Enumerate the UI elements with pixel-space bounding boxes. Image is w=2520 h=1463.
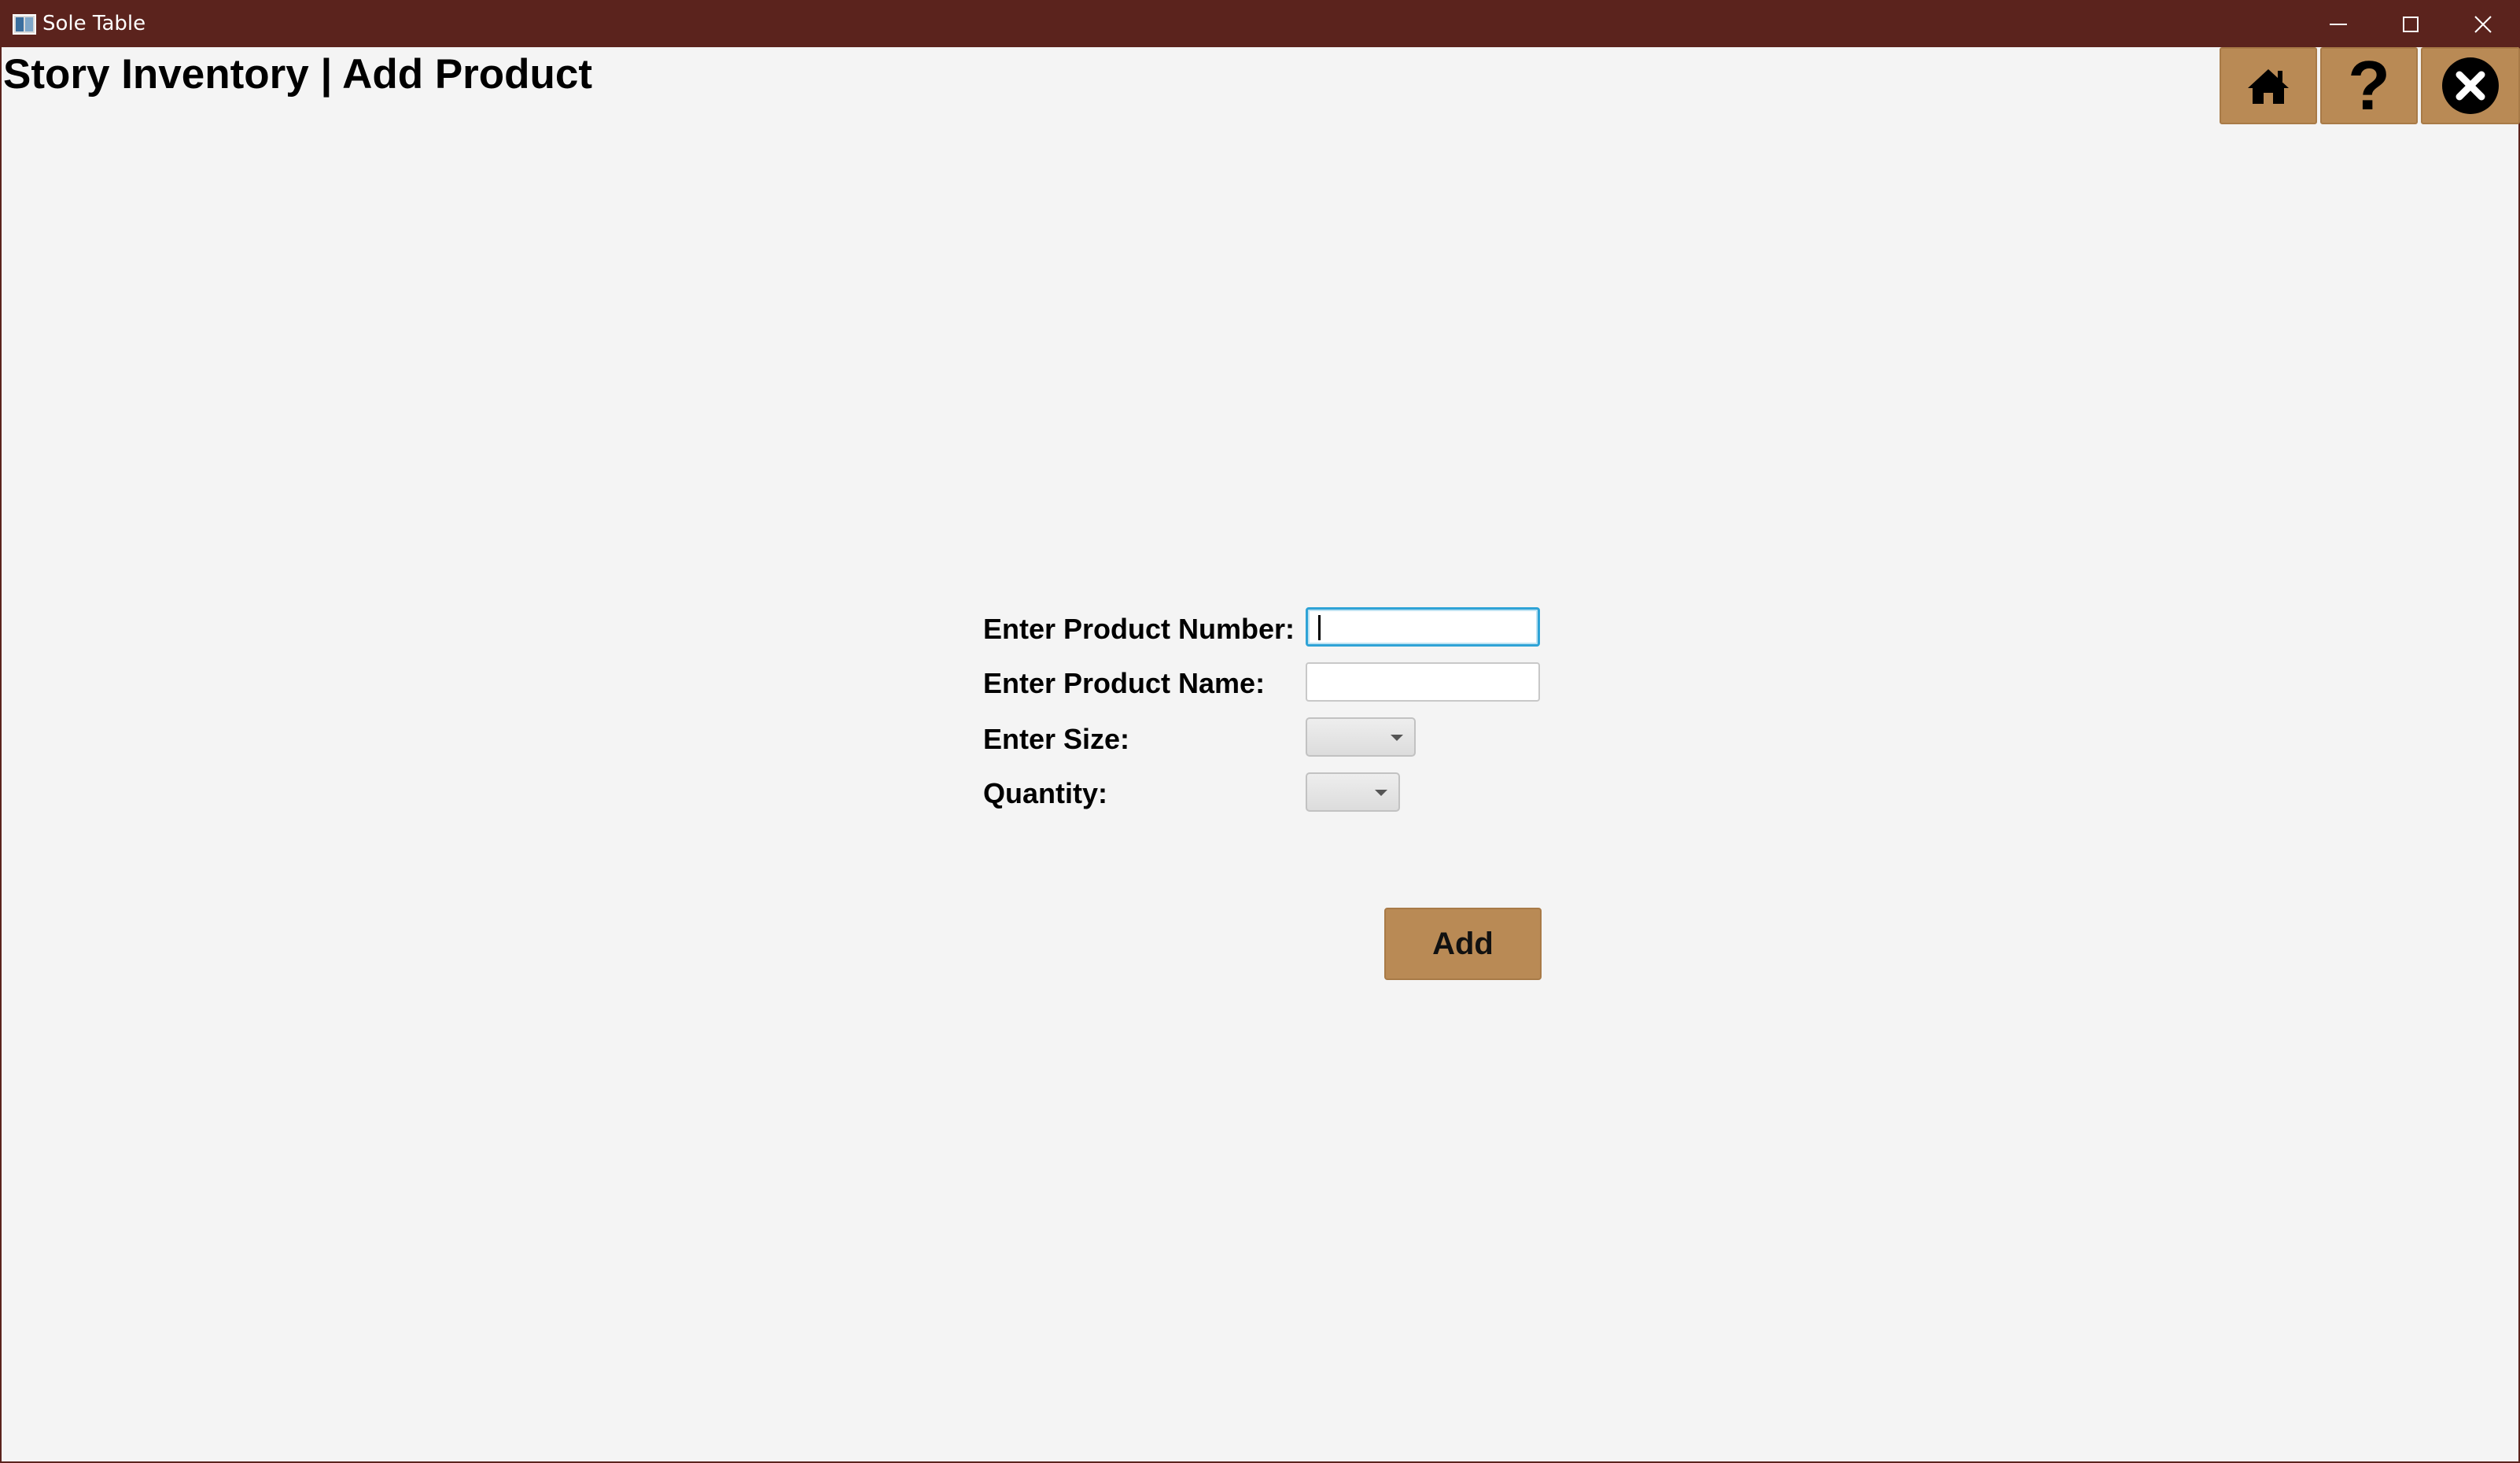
page-title: Story Inventory | Add Product xyxy=(3,51,593,98)
close-button[interactable] xyxy=(2421,47,2520,124)
quantity-dropdown[interactable] xyxy=(1306,772,1400,812)
home-icon xyxy=(2248,69,2289,104)
product-name-label: Enter Product Name: xyxy=(983,667,1266,699)
chevron-down-icon xyxy=(1391,735,1403,741)
title-bar[interactable]: Sole Table xyxy=(2,2,2520,47)
maximize-icon xyxy=(2403,17,2419,32)
text-caret xyxy=(1318,615,1321,640)
add-button[interactable]: Add xyxy=(1384,908,1542,980)
home-button[interactable] xyxy=(2220,47,2317,124)
app-window-icon xyxy=(13,14,36,35)
window-close-button[interactable] xyxy=(2447,2,2519,47)
product-number-input[interactable] xyxy=(1306,607,1540,647)
minimize-icon xyxy=(2330,24,2347,25)
question-mark-icon: ? xyxy=(2348,54,2390,117)
close-icon xyxy=(2474,16,2492,33)
quantity-label: Quantity: xyxy=(983,777,1107,809)
size-dropdown[interactable] xyxy=(1306,717,1416,757)
maximize-button[interactable] xyxy=(2374,2,2447,47)
size-label: Enter Size: xyxy=(983,723,1130,755)
minimize-button[interactable] xyxy=(2302,2,2374,47)
window-title: Sole Table xyxy=(42,12,146,35)
product-number-label: Enter Product Number: xyxy=(983,613,1295,645)
app-window: Sole Table Story Inventory | Add Product… xyxy=(0,0,2520,1463)
svg-text:?: ? xyxy=(2348,54,2390,117)
close-circle-icon xyxy=(2442,57,2499,114)
help-button[interactable]: ? xyxy=(2320,47,2418,124)
chevron-down-icon xyxy=(1375,790,1387,796)
product-name-input[interactable] xyxy=(1306,662,1540,702)
